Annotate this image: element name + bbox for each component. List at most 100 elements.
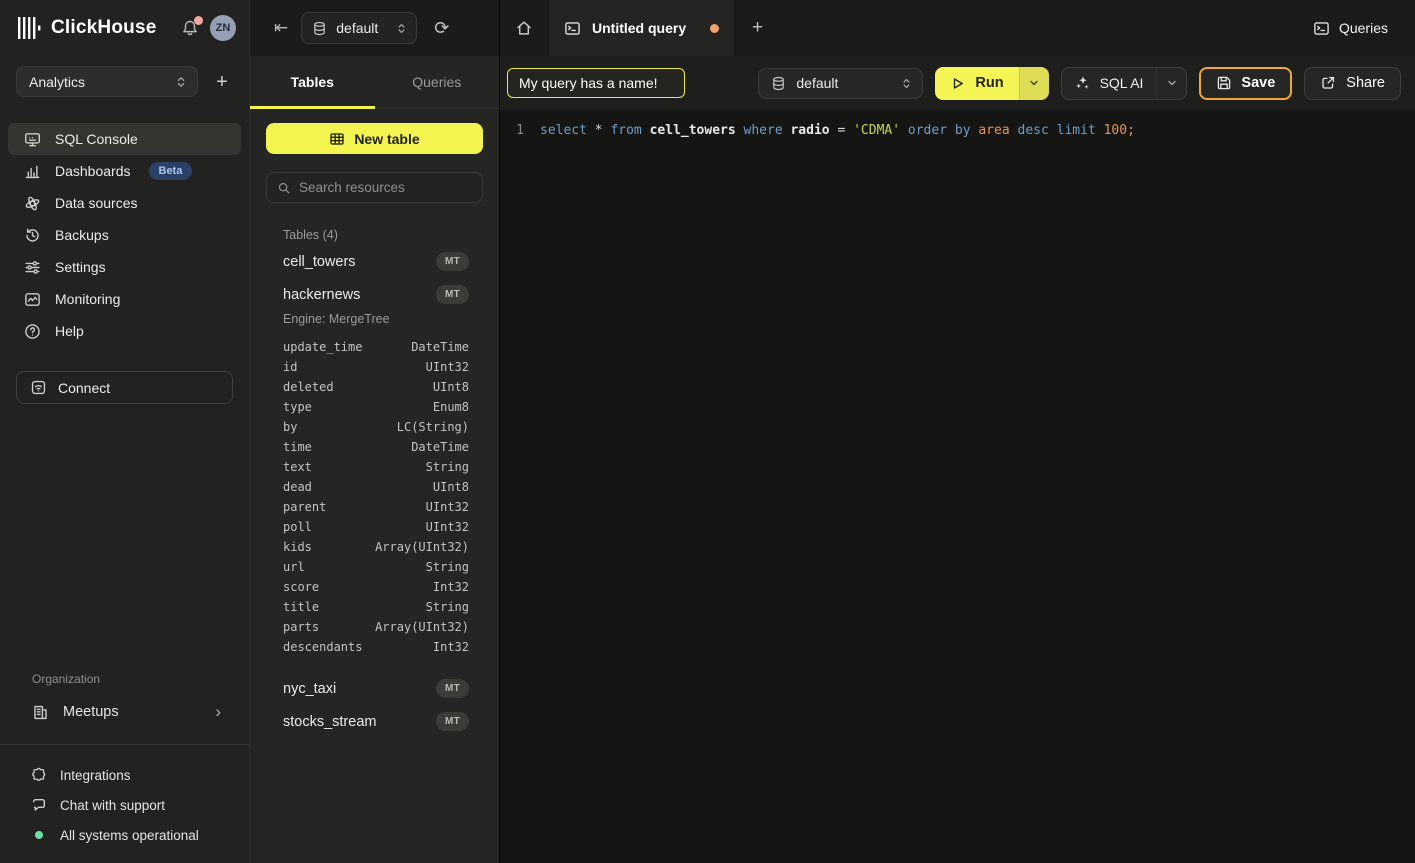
column-name: id — [283, 360, 297, 374]
search-icon — [277, 181, 291, 195]
column-row[interactable]: partsArray(UInt32) — [283, 617, 469, 637]
home-button[interactable] — [500, 0, 548, 56]
connect-icon — [30, 379, 47, 396]
sidebar-item-meetups[interactable]: Meetups › — [0, 694, 249, 730]
sidebar-item-system-status[interactable]: All systems operational — [0, 820, 249, 850]
column-type: LC(String) — [397, 420, 469, 434]
table-row-nyc-taxi[interactable]: nyc_taxi MT — [266, 672, 483, 705]
run-options-caret[interactable] — [1019, 67, 1049, 100]
query-tab[interactable]: Untitled query — [548, 0, 735, 56]
column-row[interactable]: deadUInt8 — [283, 477, 469, 497]
backups-restore-icon — [24, 227, 41, 244]
code-token: 100 — [1104, 123, 1127, 138]
code-line: 1 select * from cell_towers where radio … — [500, 120, 1415, 141]
sidebar-bottom: Organization Meetups › Integrations — [0, 672, 249, 863]
column-row[interactable]: urlString — [283, 557, 469, 577]
search-input[interactable] — [299, 180, 472, 195]
service-select[interactable]: default — [301, 12, 417, 44]
column-row[interactable]: kidsArray(UInt32) — [283, 537, 469, 557]
notifications-bell-icon[interactable] — [179, 17, 201, 39]
table-name: hackernews — [283, 287, 360, 303]
tables-section-heading: Tables (4) — [266, 228, 483, 242]
new-query-tab-button[interactable]: + — [735, 0, 780, 56]
explorer-topbar: ⇤ default ⟳ — [250, 0, 499, 56]
refresh-icon[interactable]: ⟳ — [434, 18, 449, 39]
engine-badge: MT — [436, 252, 469, 271]
queries-button[interactable]: Queries — [1286, 0, 1415, 56]
column-row[interactable]: title String — [283, 597, 469, 617]
main-area: Untitled query + Queries default — [500, 0, 1415, 863]
query-name-input[interactable] — [507, 68, 685, 98]
save-floppy-icon — [1216, 75, 1232, 91]
column-row[interactable]: deletedUInt8 — [283, 377, 469, 397]
column-type: Int32 — [433, 580, 469, 594]
sidebar-item-data-sources[interactable]: Data sources — [8, 187, 241, 219]
sql-ai-button[interactable]: SQL AI — [1062, 68, 1157, 99]
sidebar-item-chat-support[interactable]: Chat with support — [0, 790, 249, 820]
column-row[interactable]: scoreInt32 — [283, 577, 469, 597]
save-button[interactable]: Save — [1199, 67, 1292, 100]
sidebar-item-help[interactable]: Help — [8, 315, 241, 347]
bar-chart-icon — [24, 163, 41, 180]
add-workspace-button[interactable]: + — [211, 72, 233, 92]
engine-badge: MT — [436, 285, 469, 304]
sql-editor[interactable]: 1 select * from cell_towers where radio … — [500, 110, 1415, 863]
sidebar-item-sql-console[interactable]: SQL Console — [8, 123, 241, 155]
sidebar-item-integrations[interactable]: Integrations — [0, 760, 249, 790]
code-token: area — [978, 123, 1017, 138]
column-row[interactable]: byLC(String) — [283, 417, 469, 437]
play-icon — [950, 76, 965, 91]
sidebar-item-settings[interactable]: Settings — [8, 251, 241, 283]
column-row[interactable]: typeEnum8 — [283, 397, 469, 417]
table-row-cell-towers[interactable]: cell_towers MT — [266, 245, 483, 278]
line-number: 1 — [500, 120, 524, 141]
sidebar-item-monitoring[interactable]: Monitoring — [8, 283, 241, 315]
sql-ai-button-label: SQL AI — [1100, 75, 1144, 91]
database-select[interactable]: default — [758, 68, 923, 99]
sidebar-item-label: Dashboards — [55, 163, 131, 179]
connect-button-label: Connect — [58, 380, 110, 396]
avatar[interactable]: ZN — [210, 15, 236, 41]
column-name: time — [283, 440, 312, 454]
collapse-panel-icon[interactable]: ⇤ — [274, 18, 288, 38]
column-type: String — [426, 560, 469, 574]
column-name: update_time — [283, 340, 362, 354]
queries-button-label: Queries — [1339, 20, 1388, 36]
connect-button[interactable]: Connect — [16, 371, 233, 404]
table-row-hackernews[interactable]: hackernews MT — [266, 278, 483, 311]
share-button[interactable]: Share — [1304, 67, 1401, 100]
chat-bubble-icon — [31, 797, 47, 813]
column-name: parent — [283, 500, 326, 514]
sidebar-item-label: Integrations — [60, 768, 131, 783]
column-row[interactable]: idUInt32 — [283, 357, 469, 377]
chevron-right-icon: › — [215, 702, 221, 722]
column-name: type — [283, 400, 312, 414]
sql-ai-options-caret[interactable] — [1156, 68, 1186, 99]
tab-tables[interactable]: Tables — [250, 56, 375, 108]
column-row[interactable]: time DateTime — [283, 437, 469, 457]
columns-list: update_timeDateTimeidUInt32deletedUInt8t… — [266, 335, 483, 663]
run-button-label: Run — [975, 75, 1003, 91]
query-tabs-bar: Untitled query + Queries — [500, 0, 1415, 56]
column-name: title — [283, 600, 319, 614]
column-type: UInt8 — [433, 380, 469, 394]
sidebar-item-backups[interactable]: Backups — [8, 219, 241, 251]
column-type: UInt32 — [426, 520, 469, 534]
column-row[interactable]: parentUInt32 — [283, 497, 469, 517]
explorer-body: New table Tables (4) cell_towers MT hack… — [250, 109, 499, 738]
table-row-stocks-stream[interactable]: stocks_stream MT — [266, 705, 483, 738]
sidebar-item-label: SQL Console — [55, 131, 138, 147]
sidebar-item-dashboards[interactable]: Dashboards Beta — [8, 155, 241, 187]
column-type: String — [426, 600, 469, 614]
run-button[interactable]: Run — [935, 67, 1018, 100]
column-row[interactable]: pollUInt32 — [283, 517, 469, 537]
code-token: ; — [1127, 123, 1135, 138]
column-row[interactable]: textString — [283, 457, 469, 477]
column-row[interactable]: descendantsInt32 — [283, 637, 469, 657]
new-table-button[interactable]: New table — [266, 123, 483, 154]
column-row[interactable]: update_timeDateTime — [283, 337, 469, 357]
tab-queries[interactable]: Queries — [375, 56, 500, 108]
column-type: DateTime — [411, 440, 469, 454]
column-type: UInt8 — [433, 480, 469, 494]
workspace-select[interactable]: Analytics — [16, 66, 198, 97]
